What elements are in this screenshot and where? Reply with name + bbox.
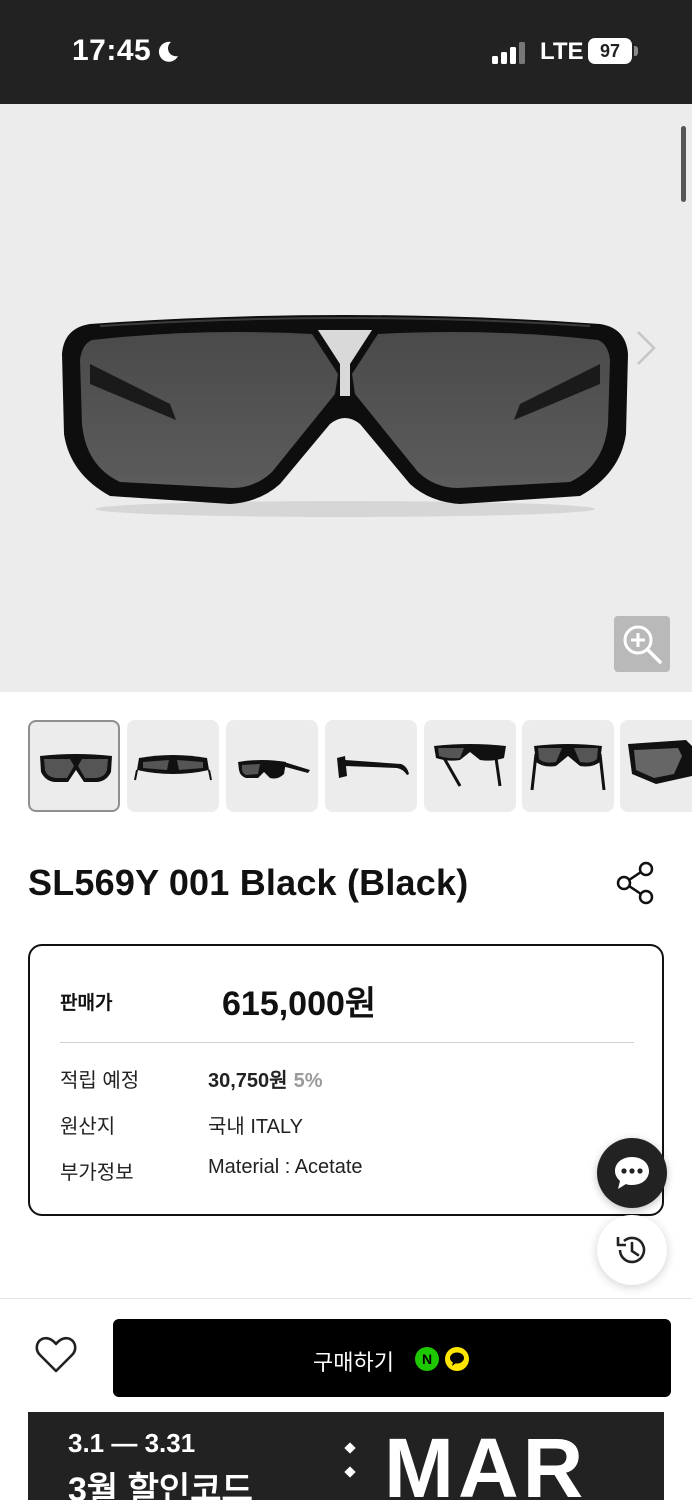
banner-code-text: 3월 할인코드 <box>68 1471 253 1500</box>
scroll-indicator[interactable] <box>681 126 686 202</box>
origin-label: 원산지 <box>60 1116 116 1138</box>
banner-dot <box>344 1466 356 1478</box>
signal-icon <box>492 42 525 64</box>
divider <box>60 1042 634 1043</box>
history-icon <box>616 1236 646 1264</box>
thumbnail-front[interactable] <box>28 720 120 812</box>
share-icon[interactable] <box>614 860 658 906</box>
banner-month: MAR <box>384 1421 588 1500</box>
thumbnail-strip[interactable] <box>0 720 692 812</box>
product-title: SL569Y 001 Black (Black) <box>28 862 469 903</box>
recent-history-button[interactable] <box>597 1215 667 1285</box>
extra-info-value: Material : Acetate <box>208 1156 363 1178</box>
thumbnail-side[interactable] <box>325 720 417 812</box>
banner-dates: 3.1 — 3.31 <box>68 1428 196 1458</box>
thumbnail-image <box>134 755 212 781</box>
moon-icon <box>158 41 178 62</box>
status-time: 17:45 <box>72 34 152 67</box>
thumbnail-close-up[interactable] <box>620 720 692 812</box>
kakao-bubble-icon <box>450 1352 464 1366</box>
naver-pay-icon: N <box>415 1347 439 1371</box>
chat-button[interactable] <box>597 1138 667 1208</box>
thumbnail-image <box>434 744 506 787</box>
network-label: LTE <box>540 38 584 65</box>
thumbnail-image <box>40 754 112 782</box>
banner-separator <box>344 1442 356 1492</box>
origin-value: 국내 ITALY <box>208 1116 303 1138</box>
buy-label: 구매하기 <box>313 1350 394 1375</box>
chevron-right-icon[interactable] <box>632 328 660 368</box>
battery-level: 97 <box>588 38 632 64</box>
thumbnail-top-angle[interactable] <box>127 720 219 812</box>
price-label: 판매가 <box>60 993 113 1014</box>
points-label: 적립 예정 <box>60 1070 140 1092</box>
zoom-in-icon <box>623 625 662 664</box>
thumbnail-image <box>337 756 409 778</box>
thumbnail-image <box>628 740 692 784</box>
points-value-row: 30,750원 5% <box>208 1064 322 1093</box>
heart-icon[interactable] <box>34 1335 78 1375</box>
points-rate: 5% <box>293 1070 323 1092</box>
product-main-image[interactable] <box>0 104 692 692</box>
extra-info-label: 부가정보 <box>60 1162 134 1184</box>
battery-tip <box>634 46 638 56</box>
thumbnail-three-quarter[interactable] <box>226 720 318 812</box>
battery-icon: 97 <box>588 38 638 64</box>
thumbnail-image <box>238 760 310 779</box>
price-card: 판매가 615,000원 적립 예정 30,750원 5% 원산지 국내 ITAL… <box>28 944 664 1216</box>
status-bar: 17:45 LTE 97 <box>0 0 692 104</box>
banner-dot <box>344 1442 356 1454</box>
thumbnail-back[interactable] <box>522 720 614 812</box>
buy-button[interactable]: 구매하기 N <box>113 1319 671 1397</box>
kakao-pay-icon <box>445 1347 469 1371</box>
bottom-action-bar: 구매하기 N <box>0 1298 692 1412</box>
chat-icon <box>615 1157 649 1189</box>
price-value: 615,000원 <box>222 985 377 1023</box>
thumbnail-image <box>530 744 606 791</box>
thumbnail-back-angle[interactable] <box>424 720 516 812</box>
promo-banner[interactable]: 3.1 — 3.31 3월 할인코드 MAR <box>28 1412 664 1500</box>
zoom-button[interactable] <box>614 616 670 672</box>
sunglasses-image <box>62 315 628 517</box>
points-value: 30,750원 <box>208 1070 288 1092</box>
